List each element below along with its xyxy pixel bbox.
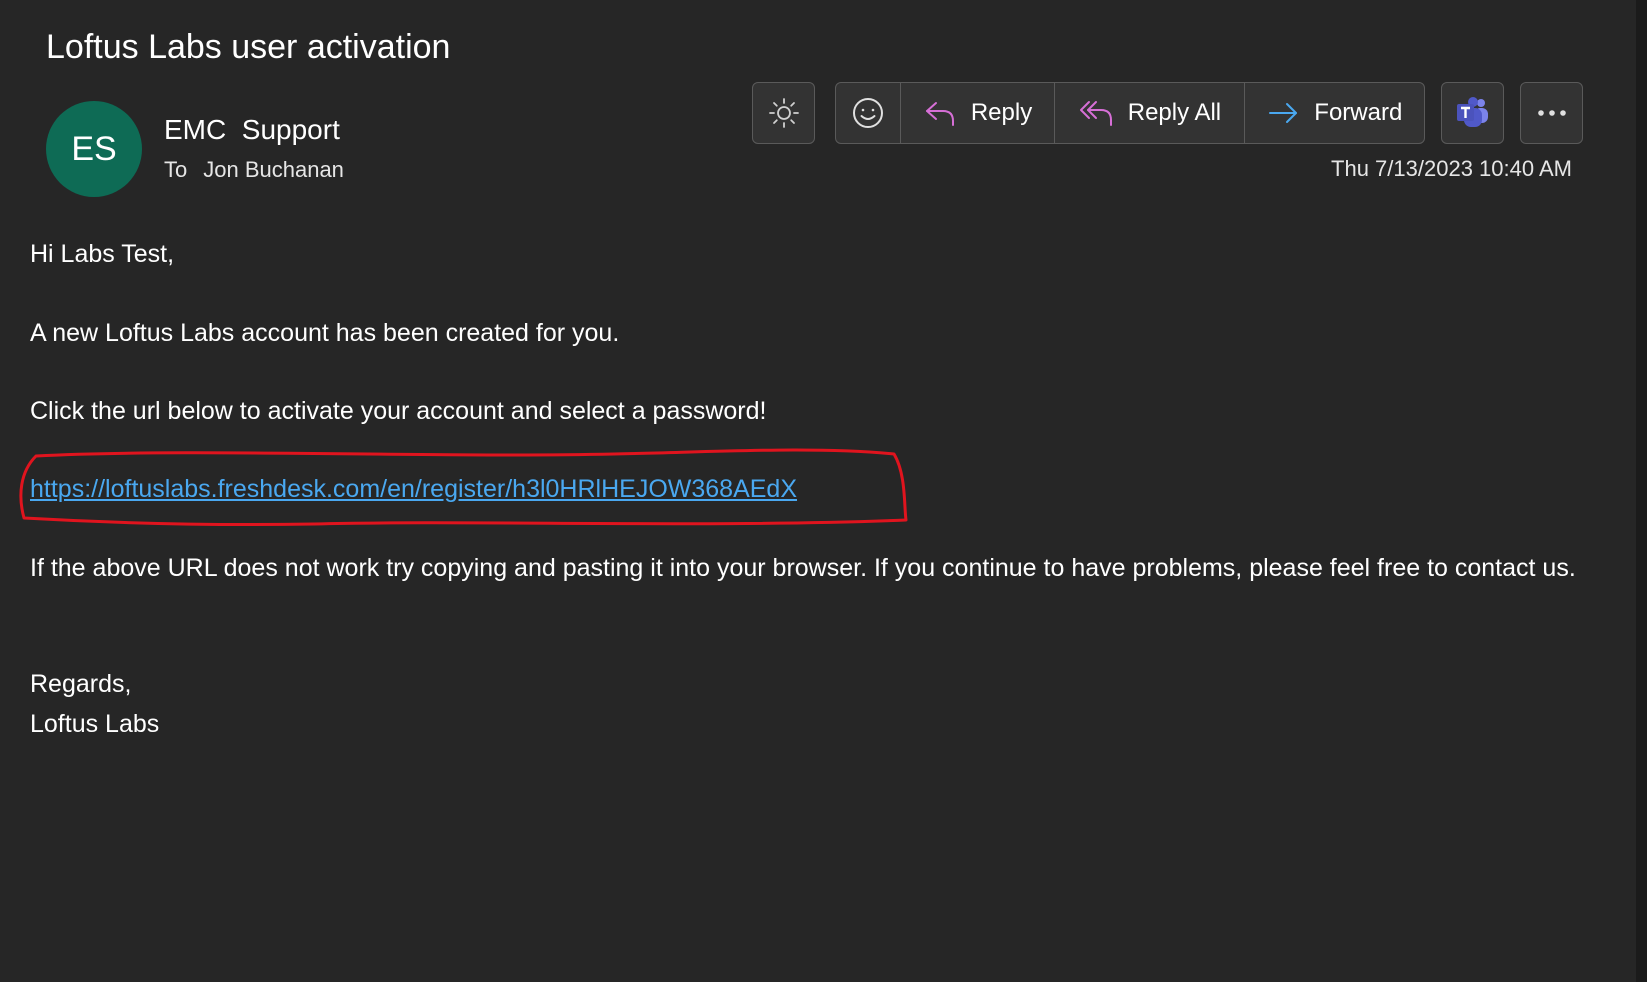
forward-button[interactable]: Forward xyxy=(1245,83,1424,143)
message-actions-group: Reply Reply All Forward xyxy=(835,82,1425,144)
sent-date: Thu 7/13/2023 10:40 AM xyxy=(1331,156,1572,181)
reply-label: Reply xyxy=(970,99,1033,126)
recipient-line: To Jon Buchanan xyxy=(164,153,344,187)
window-edge xyxy=(1636,0,1647,982)
email-reading-pane: Loftus Labs user activation ES EMC Suppo… xyxy=(0,0,1636,982)
reply-all-button[interactable]: Reply All xyxy=(1055,83,1245,143)
to-label: To xyxy=(164,157,188,182)
teams-button[interactable] xyxy=(1441,82,1504,144)
sender-avatar[interactable]: ES xyxy=(46,101,142,197)
smiley-icon xyxy=(852,98,883,128)
activation-link[interactable]: https://loftuslabs.freshdesk.com/en/regi… xyxy=(30,475,797,503)
reply-all-arrow-icon xyxy=(1079,101,1112,126)
sender-name[interactable]: EMC Support xyxy=(164,110,340,150)
body-line-account-created: A new Loftus Labs account has been creat… xyxy=(30,319,620,347)
theme-toggle-button[interactable] xyxy=(752,82,815,144)
reply-arrow-icon xyxy=(925,102,954,126)
forward-label: Forward xyxy=(1314,99,1403,126)
more-actions-button[interactable] xyxy=(1520,82,1583,144)
email-subject: Loftus Labs user activation xyxy=(46,28,451,66)
sun-icon xyxy=(768,98,799,128)
body-line-help: If the above URL does not work try copyi… xyxy=(30,554,1576,582)
reply-button[interactable]: Reply xyxy=(901,83,1056,143)
recipient-name[interactable]: Jon Buchanan xyxy=(203,157,344,182)
teams-icon xyxy=(1456,97,1488,127)
avatar-initials: ES xyxy=(71,129,117,168)
reply-all-label: Reply All xyxy=(1127,99,1222,126)
more-dots-icon xyxy=(1537,110,1566,116)
body-line-activate: Click the url below to activate your acc… xyxy=(30,397,767,425)
closing-text: Regards, xyxy=(30,670,132,698)
forward-arrow-icon xyxy=(1269,103,1298,123)
greeting-text: Hi Labs Test, xyxy=(30,240,175,268)
activation-link-line: https://loftuslabs.freshdesk.com/en/regi… xyxy=(30,470,797,508)
signature-text: Loftus Labs xyxy=(30,710,160,738)
react-button[interactable] xyxy=(836,83,901,143)
